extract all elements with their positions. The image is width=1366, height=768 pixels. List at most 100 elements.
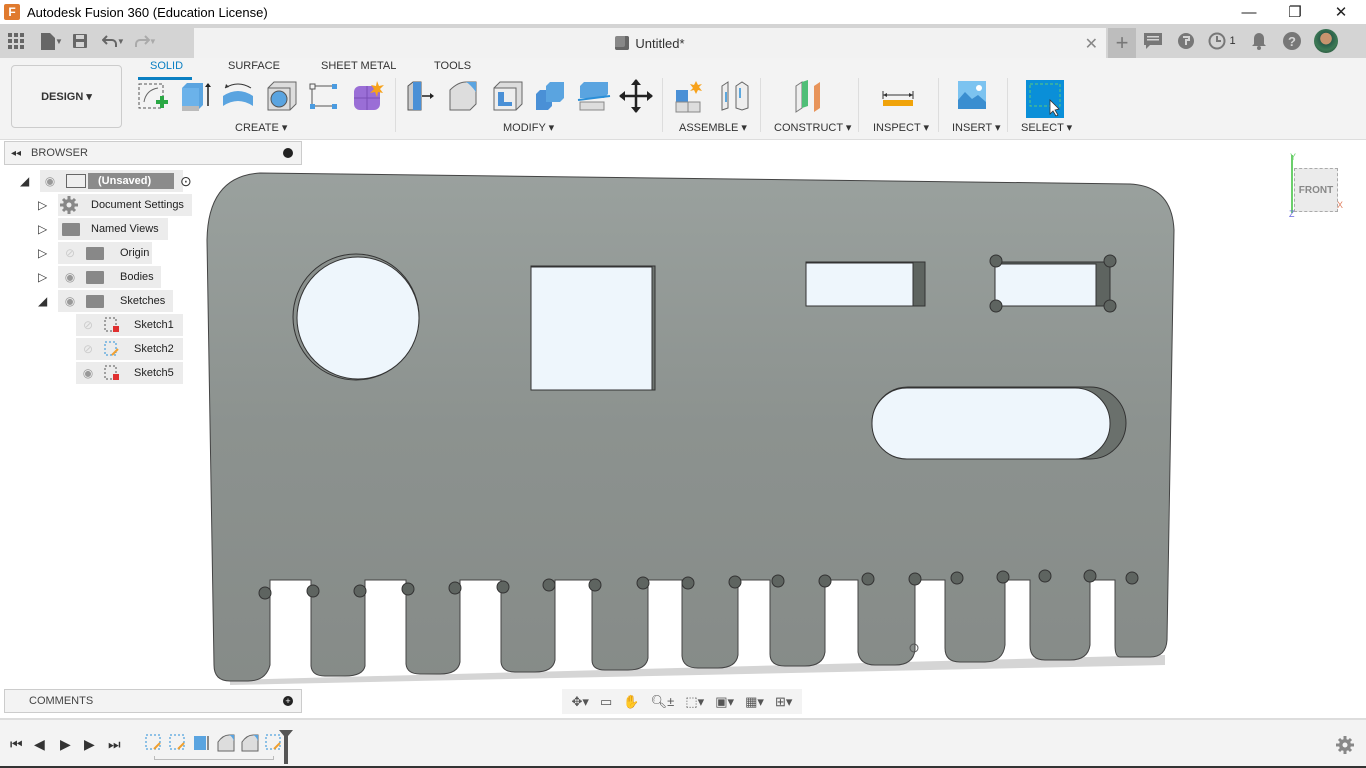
tab-sheet-metal[interactable]: SHEET METAL bbox=[321, 60, 396, 72]
press-pull-icon[interactable] bbox=[404, 78, 440, 114]
comments-title: COMMENTS bbox=[29, 695, 94, 707]
visibility-eye-icon[interactable]: ◉ bbox=[42, 174, 58, 188]
insert-menu[interactable]: INSERT ▾ bbox=[952, 121, 1001, 134]
expand-triangle-icon[interactable]: ▷ bbox=[38, 198, 52, 212]
go-to-end-icon[interactable]: ⏭ bbox=[108, 736, 121, 753]
select-icon[interactable] bbox=[1026, 80, 1064, 118]
assemble-menu[interactable]: ASSEMBLE ▾ bbox=[679, 121, 747, 134]
timeline-settings-gear-icon[interactable] bbox=[1336, 736, 1354, 754]
viewports-icon[interactable]: ⊞▾ bbox=[775, 694, 792, 710]
close-tab-icon[interactable]: ✕ bbox=[1085, 34, 1098, 54]
joint-icon[interactable] bbox=[716, 78, 752, 114]
collapse-triangle-icon[interactable]: ◢ bbox=[38, 294, 52, 308]
view-cube[interactable]: FRONT bbox=[1294, 168, 1338, 212]
hidden-eye-icon[interactable]: ⊘ bbox=[80, 342, 96, 356]
redo-dropdown-caret[interactable]: ▼ bbox=[149, 37, 157, 46]
visibility-eye-icon[interactable]: ◉ bbox=[80, 366, 96, 380]
construct-menu[interactable]: CONSTRUCT ▾ bbox=[774, 121, 851, 134]
close-button[interactable]: ✕ bbox=[1318, 0, 1364, 24]
fit-window-icon[interactable]: ⬚▾ bbox=[685, 694, 704, 710]
collapse-browser-icon[interactable]: ◂◂ bbox=[11, 148, 21, 159]
extensions-icon[interactable] bbox=[1169, 26, 1202, 56]
workspace-switcher[interactable]: DESIGN ▾ bbox=[11, 65, 122, 128]
look-at-icon[interactable]: ▭ bbox=[600, 694, 612, 710]
job-count: 1 bbox=[1229, 35, 1236, 47]
slot-hole[interactable] bbox=[871, 387, 1111, 460]
tab-surface[interactable]: SURFACE bbox=[228, 60, 280, 72]
create-sketch-icon[interactable] bbox=[136, 78, 172, 114]
file-dropdown-caret[interactable]: ▼ bbox=[55, 37, 63, 46]
step-forward-icon[interactable]: ▶ bbox=[84, 736, 95, 753]
inspect-menu[interactable]: INSPECT ▾ bbox=[873, 121, 929, 134]
timeline-extrude-icon[interactable] bbox=[193, 734, 211, 752]
hidden-eye-icon[interactable]: ⊘ bbox=[62, 246, 78, 260]
comment-icon[interactable] bbox=[1136, 26, 1169, 56]
tab-tools[interactable]: TOOLS bbox=[434, 60, 471, 72]
offset-plane-icon[interactable] bbox=[792, 78, 828, 114]
new-component-icon[interactable] bbox=[672, 78, 708, 114]
3d-viewport[interactable] bbox=[0, 140, 1366, 718]
expand-triangle-icon[interactable]: ◢ bbox=[20, 174, 34, 188]
measure-icon[interactable] bbox=[881, 78, 917, 114]
modify-menu[interactable]: MODIFY ▾ bbox=[503, 121, 554, 134]
save-icon[interactable] bbox=[67, 28, 93, 54]
expand-triangle-icon[interactable]: ▷ bbox=[38, 246, 52, 260]
notifications-bell-icon[interactable] bbox=[1242, 26, 1275, 56]
job-status-icon[interactable]: 1 bbox=[1202, 26, 1242, 56]
create-menu[interactable]: CREATE ▾ bbox=[235, 121, 287, 134]
timeline-sketch-icon[interactable] bbox=[145, 734, 163, 752]
relief-rectangular-hole[interactable] bbox=[994, 263, 1097, 307]
tab-solid[interactable]: SOLID bbox=[150, 60, 183, 72]
expand-triangle-icon[interactable]: ▷ bbox=[38, 222, 52, 236]
square-hole[interactable] bbox=[530, 266, 653, 391]
user-avatar[interactable] bbox=[1314, 29, 1338, 53]
minimize-button[interactable]: — bbox=[1226, 0, 1272, 24]
step-back-icon[interactable]: ◀ bbox=[34, 736, 45, 753]
y-axis-label: Y bbox=[1290, 152, 1297, 162]
timeline-track bbox=[154, 756, 274, 760]
shell-icon[interactable] bbox=[490, 78, 526, 114]
grid-settings-icon[interactable]: ▦▾ bbox=[745, 694, 764, 710]
timeline-marker[interactable] bbox=[279, 730, 293, 764]
play-icon[interactable]: ▶ bbox=[60, 736, 71, 753]
revolve-icon[interactable] bbox=[220, 78, 256, 114]
display-settings-icon[interactable]: ▣▾ bbox=[715, 694, 734, 710]
circular-hole[interactable] bbox=[296, 256, 420, 380]
extrude-icon[interactable] bbox=[178, 78, 214, 114]
expand-triangle-icon[interactable]: ▷ bbox=[38, 270, 52, 284]
create-form-icon[interactable] bbox=[350, 78, 386, 114]
fillet-icon[interactable] bbox=[446, 78, 482, 114]
orbit-icon[interactable]: ✥▾ bbox=[572, 694, 589, 710]
corner-relief bbox=[1103, 254, 1117, 268]
undo-dropdown-caret[interactable]: ▼ bbox=[117, 37, 125, 46]
activate-radio-icon[interactable]: ⊙ bbox=[180, 173, 192, 190]
visibility-eye-icon[interactable]: ◉ bbox=[62, 270, 78, 284]
window-title: Autodesk Fusion 360 (Education License) bbox=[27, 4, 268, 20]
restore-button[interactable]: ❐ bbox=[1272, 0, 1318, 24]
ribbon-separator bbox=[938, 78, 939, 132]
combine-icon[interactable] bbox=[532, 78, 568, 114]
timeline-fillet-icon[interactable] bbox=[241, 734, 259, 752]
hidden-eye-icon[interactable]: ⊘ bbox=[80, 318, 96, 332]
go-to-start-icon[interactable]: ⏮ bbox=[10, 736, 23, 753]
timeline-sketch-icon[interactable] bbox=[169, 734, 187, 752]
rectangular-hole[interactable] bbox=[805, 262, 914, 307]
select-menu[interactable]: SELECT ▾ bbox=[1021, 121, 1072, 134]
browser-minimize-icon[interactable] bbox=[283, 148, 293, 158]
new-tab-button[interactable]: + bbox=[1108, 28, 1136, 58]
comments-panel-header[interactable]: COMMENTS + bbox=[4, 689, 302, 713]
timeline-fillet-icon[interactable] bbox=[217, 734, 235, 752]
visibility-eye-icon[interactable]: ◉ bbox=[62, 294, 78, 308]
zoom-icon[interactable]: 🔍︎± bbox=[651, 694, 675, 710]
document-tab[interactable]: Untitled* ✕ bbox=[194, 28, 1106, 58]
grid-icon[interactable] bbox=[3, 28, 29, 54]
split-body-icon[interactable] bbox=[576, 78, 612, 114]
add-comment-icon[interactable]: + bbox=[283, 696, 293, 706]
insert-image-icon[interactable] bbox=[955, 78, 991, 114]
hole-icon[interactable] bbox=[264, 78, 300, 114]
move-copy-icon[interactable] bbox=[618, 78, 654, 114]
pan-hand-icon[interactable]: ✋ bbox=[623, 694, 639, 710]
model-canvas[interactable] bbox=[0, 140, 1366, 718]
help-icon[interactable]: ? bbox=[1275, 26, 1308, 56]
pattern-icon[interactable] bbox=[306, 78, 342, 114]
